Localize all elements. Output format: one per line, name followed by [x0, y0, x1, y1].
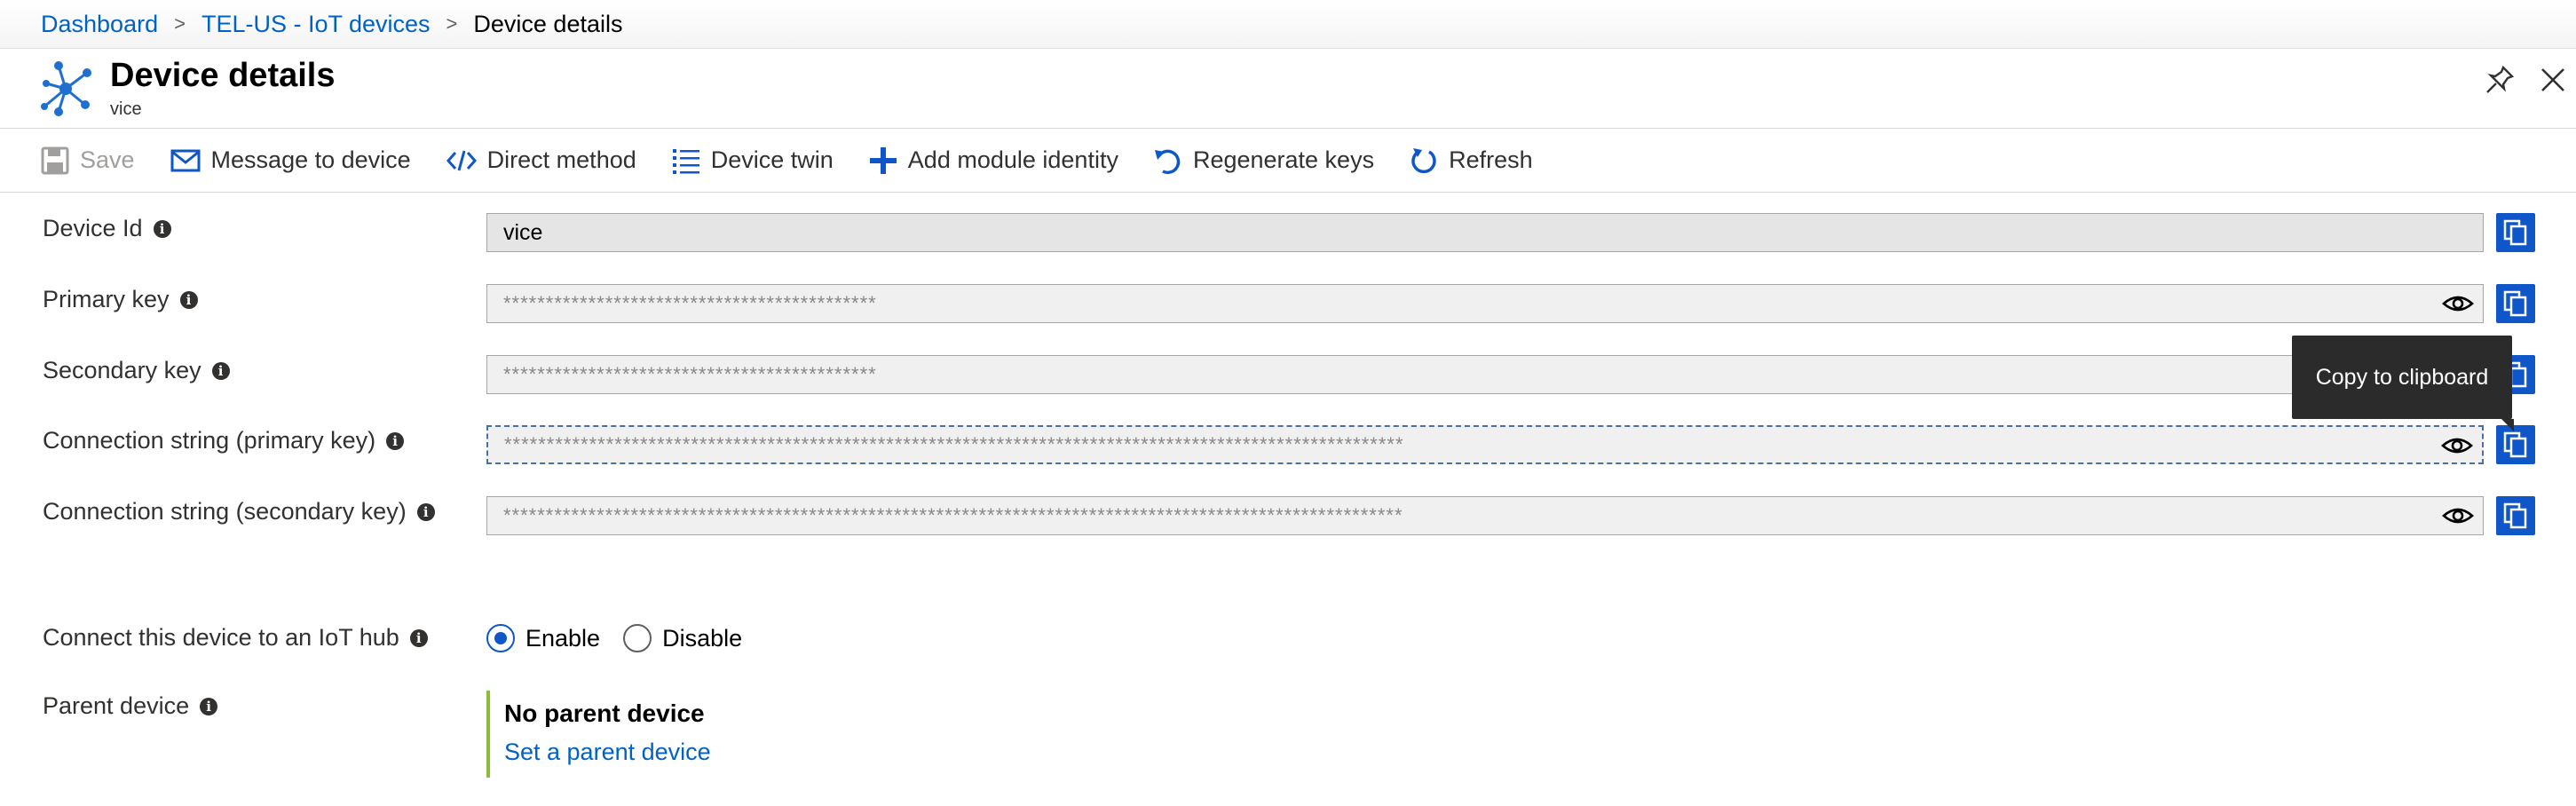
connection-string-primary-label: Connection string (primary key) i — [43, 427, 405, 454]
eye-icon[interactable] — [2442, 502, 2474, 529]
page-subtitle: vice — [110, 99, 142, 119]
copy-icon — [2503, 219, 2527, 246]
connection-string-secondary-label: Connection string (secondary key) i — [43, 498, 435, 525]
save-button[interactable]: Save — [41, 146, 135, 175]
connect-hub-label-text: Connect this device to an IoT hub — [43, 624, 399, 651]
breadcrumb-dashboard[interactable]: Dashboard — [41, 11, 158, 38]
plus-icon — [869, 146, 897, 174]
info-icon[interactable]: i — [416, 502, 435, 521]
enable-option[interactable]: Enable — [486, 624, 600, 652]
parent-device-label: Parent device i — [43, 692, 218, 720]
eye-icon[interactable] — [2441, 432, 2473, 459]
connection-string-secondary-field[interactable]: ****************************************… — [486, 496, 2484, 535]
connection-string-primary-value: ****************************************… — [504, 433, 1404, 455]
primary-key-field[interactable]: ****************************************… — [486, 284, 2484, 323]
device-id-label-text: Device Id — [43, 215, 143, 241]
set-parent-device-link[interactable]: Set a parent device — [504, 739, 711, 766]
copy-tooltip: Copy to clipboard — [2292, 336, 2514, 431]
connection-string-primary-field[interactable]: ****************************************… — [486, 425, 2484, 464]
chevron-right-icon: > — [174, 12, 186, 35]
copy-primary-key-button[interactable] — [2496, 284, 2535, 323]
disable-label: Disable — [662, 624, 743, 652]
device-id-label: Device Id i — [43, 215, 171, 242]
device-twin-label: Device twin — [710, 146, 834, 173]
breadcrumb-current: Device details — [473, 10, 623, 37]
command-bar: Save Message to device Direct method Dev… — [0, 129, 2576, 193]
chevron-right-icon: > — [446, 12, 458, 35]
secondary-key-value: ****************************************… — [503, 363, 877, 385]
no-parent-device-text: No parent device — [504, 699, 705, 727]
refresh-label: Refresh — [1449, 146, 1533, 173]
page-title: Device details — [110, 57, 336, 94]
save-label: Save — [80, 146, 135, 173]
copy-icon — [2503, 290, 2527, 317]
regenerate-keys-button[interactable]: Regenerate keys — [1154, 146, 1374, 175]
message-label: Message to device — [210, 146, 411, 173]
mail-icon — [170, 149, 201, 171]
secondary-key-label: Secondary key i — [43, 357, 230, 384]
message-to-device-button[interactable]: Message to device — [170, 146, 411, 174]
copy-icon — [2503, 502, 2527, 529]
breadcrumb-iot-devices[interactable]: TEL-US - IoT devices — [201, 11, 431, 38]
breadcrumb: Dashboard > TEL-US - IoT devices > Devic… — [0, 0, 2576, 49]
copy-device-id-button[interactable] — [2496, 213, 2535, 252]
primary-key-label-text: Primary key — [43, 286, 170, 312]
hub-icon — [41, 61, 91, 116]
enable-radio[interactable] — [486, 624, 515, 652]
regenerate-icon — [1154, 149, 1181, 174]
parent-device-panel: No parent device Set a parent device — [486, 691, 711, 778]
add-module-label: Add module identity — [907, 146, 1118, 173]
refresh-icon — [1411, 147, 1436, 173]
blade-header: Device details vice — [0, 50, 2576, 129]
secondary-key-field[interactable]: ****************************************… — [486, 355, 2484, 394]
list-icon — [672, 148, 699, 174]
direct-method-label: Direct method — [486, 146, 636, 173]
connection-string-secondary-value: ****************************************… — [503, 504, 1403, 526]
disable-radio[interactable] — [623, 624, 652, 652]
parent-device-label-text: Parent device — [43, 692, 190, 719]
enable-label: Enable — [525, 624, 601, 652]
connect-radio-group: Enable Disable — [486, 624, 765, 652]
device-twin-button[interactable]: Device twin — [672, 146, 834, 175]
save-icon — [41, 146, 69, 174]
info-icon[interactable]: i — [386, 431, 405, 450]
direct-method-button[interactable]: Direct method — [446, 146, 636, 174]
primary-key-label: Primary key i — [43, 286, 198, 313]
copy-icon — [2503, 431, 2527, 458]
info-icon[interactable]: i — [409, 628, 428, 647]
code-icon — [446, 150, 477, 170]
connection-string-secondary-label-text: Connection string (secondary key) — [43, 498, 407, 525]
device-id-field[interactable]: vice — [486, 213, 2484, 252]
info-icon[interactable]: i — [153, 219, 171, 238]
connect-hub-label: Connect this device to an IoT hub i — [43, 624, 428, 652]
disable-option[interactable]: Disable — [623, 624, 742, 652]
secondary-key-label-text: Secondary key — [43, 357, 201, 383]
device-id-value: vice — [503, 219, 543, 245]
copy-connection-string-secondary-button[interactable] — [2496, 496, 2535, 535]
primary-key-value: ****************************************… — [503, 292, 877, 314]
info-icon[interactable]: i — [200, 697, 218, 715]
pin-icon[interactable] — [2482, 62, 2517, 98]
info-icon[interactable]: i — [179, 290, 198, 309]
connection-string-primary-label-text: Connection string (primary key) — [43, 427, 376, 454]
close-icon[interactable] — [2535, 62, 2571, 98]
regenerate-label: Regenerate keys — [1192, 146, 1375, 173]
eye-icon[interactable] — [2442, 290, 2474, 317]
add-module-identity-button[interactable]: Add module identity — [869, 146, 1118, 175]
info-icon[interactable]: i — [211, 361, 230, 380]
refresh-button[interactable]: Refresh — [1410, 146, 1533, 175]
